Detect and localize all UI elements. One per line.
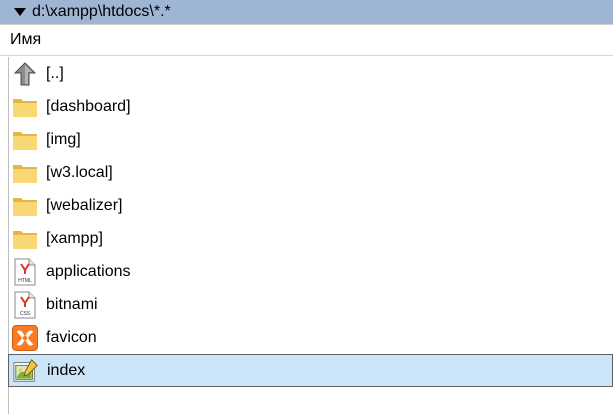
list-item-file[interactable]: HTML applications	[8, 255, 613, 288]
folder-icon	[12, 226, 38, 252]
list-item-file-selected[interactable]: index	[8, 354, 613, 387]
list-item-folder[interactable]: [xampp]	[8, 222, 613, 255]
css-file-icon: CSS	[12, 291, 38, 318]
current-path: d:\xampp\htdocs\*.*	[32, 3, 171, 20]
list-item-folder[interactable]: [w3.local]	[8, 156, 613, 189]
file-name: [..]	[46, 64, 64, 82]
file-name: [webalizer]	[46, 196, 123, 214]
file-name: [xampp]	[46, 229, 103, 247]
file-name: favicon	[46, 328, 97, 346]
dropdown-arrow-icon[interactable]	[14, 8, 26, 16]
path-bar[interactable]: d:\xampp\htdocs\*.*	[0, 0, 613, 24]
icon-caption: CSS	[20, 311, 31, 317]
list-item-folder[interactable]: [img]	[8, 123, 613, 156]
list-item-file[interactable]: favicon	[8, 321, 613, 354]
file-list[interactable]: [..] [dashboard] [img] [w3.local] [webal…	[8, 57, 613, 387]
file-name: applications	[46, 262, 131, 280]
file-name: [w3.local]	[46, 163, 113, 181]
list-item-folder[interactable]: [webalizer]	[8, 189, 613, 222]
file-name: index	[47, 361, 86, 379]
column-header-label: Имя	[10, 31, 42, 48]
icon-caption: HTML	[18, 278, 32, 284]
up-arrow-icon	[12, 61, 38, 87]
file-name: [dashboard]	[46, 97, 131, 115]
list-item-file[interactable]: CSS bitnami	[8, 288, 613, 321]
list-item-parent-dir[interactable]: [..]	[8, 57, 613, 90]
folder-icon	[12, 193, 38, 219]
folder-icon	[12, 127, 38, 153]
file-name: bitnami	[46, 295, 98, 313]
file-name: [img]	[46, 130, 81, 148]
html-file-icon: HTML	[12, 258, 38, 285]
column-header-name[interactable]: Имя	[0, 24, 613, 56]
list-item-folder[interactable]: [dashboard]	[8, 90, 613, 123]
xampp-icon	[12, 324, 38, 351]
php-file-icon	[13, 358, 39, 384]
folder-icon	[12, 160, 38, 186]
folder-icon	[12, 94, 38, 120]
